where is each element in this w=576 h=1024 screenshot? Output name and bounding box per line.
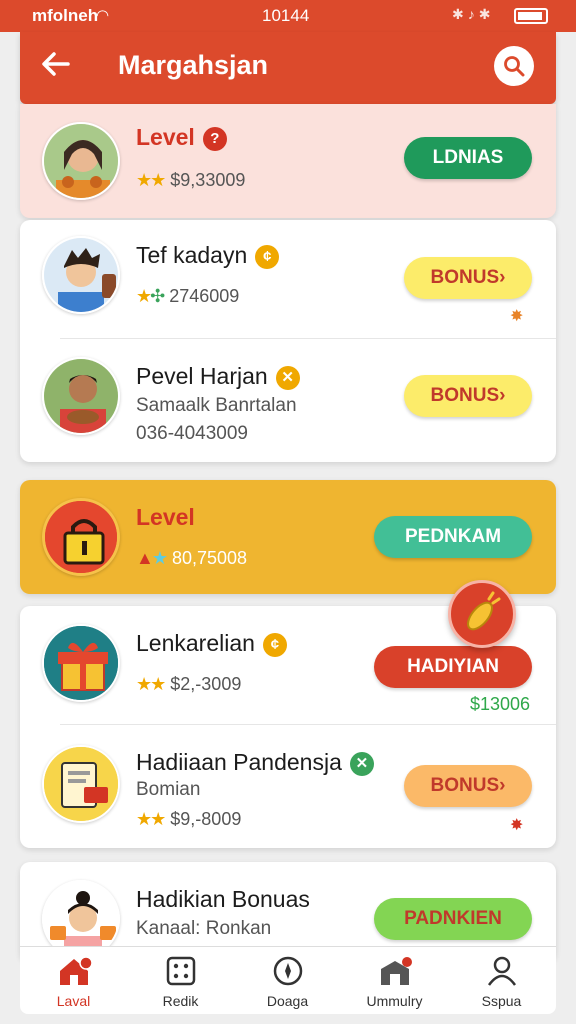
search-button[interactable] xyxy=(494,46,534,86)
reward-name: Lenkarelian ¢ xyxy=(136,630,287,657)
list-item[interactable]: Pevel Harjan ✕ Samaalk Banrtalan 036-4043… xyxy=(20,339,556,461)
search-icon xyxy=(504,56,525,77)
reward-name: Hadiiaan Pandensja ✕ xyxy=(136,749,374,776)
card-action-button[interactable]: PADNKIEN xyxy=(374,898,532,940)
avatar xyxy=(42,122,120,200)
bonus-button[interactable]: BONUS› xyxy=(404,257,532,299)
nav-item-laval[interactable]: Laval xyxy=(20,955,127,1009)
card-title: Level xyxy=(136,504,195,530)
nav-item-sspua[interactable]: Sspua xyxy=(448,955,555,1009)
rating: ★★ $9,33009 xyxy=(136,170,246,190)
gift-avatar xyxy=(42,624,120,702)
user-list-card: Tef kadayn ¢ ★✣ 2746009 BONUS› ✸ Pevel Har… xyxy=(20,220,556,462)
carrier-label: mfolneh xyxy=(32,6,99,25)
card-action-button[interactable]: PEDNKAM xyxy=(374,516,532,558)
star-icon: ★✣ xyxy=(136,286,165,306)
avatar xyxy=(42,236,120,314)
reward-subtitle: Kanaal: Ronkan xyxy=(136,918,272,939)
nav-item-ummulry[interactable]: Ummulry xyxy=(341,955,448,1009)
reward-name: Hadikian Bonuas xyxy=(136,886,310,912)
nav-label: Laval xyxy=(56,993,91,1009)
page-title: Margahsjan xyxy=(118,50,269,80)
home-icon xyxy=(59,956,93,985)
rating: ★✣ 2746009 xyxy=(136,286,240,306)
list-item[interactable]: Hadiiaan Pandensja ✕ Bomian ★★ $9,-8009 BO… xyxy=(20,725,556,847)
nav-item-doaga[interactable]: Doaga xyxy=(234,955,341,1009)
nav-label: Ummulry xyxy=(366,993,423,1009)
lock-avatar xyxy=(42,498,120,576)
rating: ▲★ 80,75008 xyxy=(136,548,248,568)
user-name: Pevel Harjan ✕ xyxy=(136,363,300,390)
coin-badge-icon: ¢ xyxy=(262,633,287,657)
app-bar: Margahsjan xyxy=(20,32,556,104)
coin-badge-icon: ✕ xyxy=(275,366,300,390)
nav-label: Doaga xyxy=(266,993,309,1009)
lock-icon xyxy=(45,501,117,573)
link-badge-icon: ✕ xyxy=(349,752,374,776)
user-phone: 036-4043009 xyxy=(136,423,248,444)
status-time: 10144 xyxy=(262,6,310,25)
coin-icon xyxy=(467,591,501,631)
star-icon: ★★ xyxy=(136,674,166,694)
claim-button[interactable]: HADIYIAN xyxy=(374,646,532,688)
store-icon xyxy=(380,957,412,985)
rating: ★★ $2,-3009 xyxy=(136,674,242,694)
reward-subtitle: Bomian xyxy=(136,779,201,800)
list-item[interactable]: Tef kadayn ¢ ★✣ 2746009 BONUS› ✸ xyxy=(20,220,556,338)
bottom-navigation: Laval Redik Doaga Ummulry Sspua xyxy=(20,946,556,1014)
battery-icon xyxy=(514,8,548,24)
user-name: Tef kadayn ¢ xyxy=(136,242,280,269)
gift-icon xyxy=(44,626,118,700)
level-card-gold[interactable]: Level ▲★ 80,75008 PEDNKAM xyxy=(20,480,556,594)
grid-icon xyxy=(166,956,195,986)
price-label: $13006 xyxy=(470,694,531,714)
card-title: Level? xyxy=(136,124,227,151)
level-badge-icon: ? xyxy=(202,127,227,151)
profile-icon xyxy=(487,956,516,986)
status-bar: mfolneh ◠ 10144 ✱♪✱ xyxy=(0,0,576,32)
voucher-icon xyxy=(44,747,118,821)
nav-label: Redik xyxy=(162,993,199,1009)
sparkle-icon: ✸ xyxy=(510,817,524,834)
sparkle-icon: ✸ xyxy=(510,308,524,325)
avatar xyxy=(42,357,120,435)
card-action-button[interactable]: LDNIAS xyxy=(404,137,532,179)
back-arrow-icon[interactable] xyxy=(38,46,78,86)
wifi-icon: ◠ xyxy=(96,7,110,24)
star-icon: ★★ xyxy=(136,809,166,829)
star-icon: ★★ xyxy=(136,170,166,190)
user-subtitle: Samaalk Banrtalan xyxy=(136,395,297,416)
system-icons: ✱♪✱ xyxy=(452,6,495,22)
nav-label: Sspua xyxy=(481,993,522,1009)
compass-icon xyxy=(273,956,302,986)
star-icon: ▲★ xyxy=(136,548,168,568)
coin-badge-icon: ¢ xyxy=(255,245,280,269)
voucher-avatar xyxy=(42,745,120,823)
nav-item-redik[interactable]: Redik xyxy=(127,955,234,1009)
rating: ★★ $9,-8009 xyxy=(136,809,242,829)
floating-coin-button[interactable] xyxy=(448,580,516,648)
level-card-top[interactable]: Level? ★★ $9,33009 LDNIAS xyxy=(20,104,556,218)
bonus-button[interactable]: BONUS› xyxy=(404,765,532,807)
bonus-button[interactable]: BONUS› xyxy=(404,375,532,417)
